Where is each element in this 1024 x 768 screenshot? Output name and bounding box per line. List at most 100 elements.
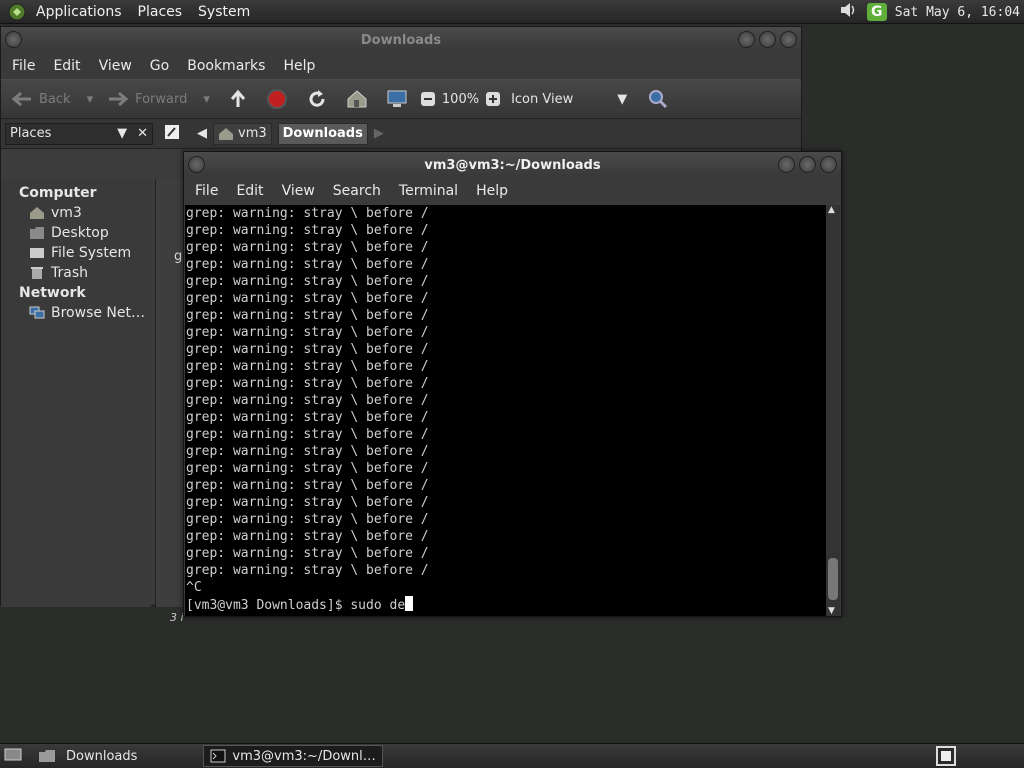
menu-view[interactable]: View bbox=[273, 183, 324, 199]
back-arrow-icon bbox=[11, 91, 31, 107]
menu-go[interactable]: Go bbox=[141, 58, 178, 74]
sidebar-item-vm3[interactable]: vm3 bbox=[1, 203, 151, 223]
home-button[interactable] bbox=[346, 89, 368, 109]
text-cursor bbox=[405, 596, 414, 611]
update-notifier-icon[interactable]: G bbox=[866, 3, 887, 21]
terminal-line: grep: warning: stray \ before / bbox=[186, 206, 429, 221]
menu-view[interactable]: View bbox=[90, 58, 141, 74]
minimize-button[interactable] bbox=[738, 31, 755, 48]
search-button[interactable] bbox=[647, 88, 669, 110]
terminal-icon bbox=[210, 749, 226, 763]
sidebar-heading-computer: Computer bbox=[19, 185, 97, 201]
terminal-scrollbar[interactable]: ▲ ▼ bbox=[826, 205, 840, 616]
folder-icon bbox=[39, 750, 55, 762]
workspace-switcher-icon[interactable] bbox=[936, 746, 956, 768]
terminal-line: grep: warning: stray \ before / bbox=[186, 512, 429, 527]
terminal-line: ^C bbox=[186, 580, 202, 595]
volume-icon[interactable] bbox=[839, 1, 859, 23]
file-manager-titlebar[interactable]: Downloads bbox=[1, 27, 801, 53]
location-bar: Places ▼ ✕ ◀ vm3 Downloads ▶ bbox=[1, 119, 801, 149]
sidebar-item-file-system[interactable]: File System bbox=[1, 243, 151, 263]
back-button[interactable]: Back ▾ bbox=[11, 90, 93, 108]
scrollbar-thumb[interactable] bbox=[828, 558, 838, 600]
window-title: Downloads bbox=[360, 32, 442, 48]
sidebar-item-trash[interactable]: Trash bbox=[1, 263, 151, 283]
zoom-level[interactable]: 100% bbox=[442, 92, 479, 107]
window-menu-button[interactable] bbox=[5, 31, 22, 48]
status-text-partial: 3 i bbox=[170, 611, 184, 624]
network-icon bbox=[29, 306, 45, 319]
terminal-line: grep: warning: stray \ before / bbox=[186, 444, 429, 459]
sidebar-item-desktop[interactable]: Desktop bbox=[1, 223, 151, 243]
menu-edit[interactable]: Edit bbox=[44, 58, 89, 74]
close-button[interactable] bbox=[820, 156, 837, 173]
places-selector[interactable]: Places ▼ ✕ bbox=[5, 122, 153, 145]
terminal-window: vm3@vm3:~/Downloads File Edit View Searc… bbox=[183, 151, 842, 617]
sidebar-item-browse-network[interactable]: Browse Net… bbox=[1, 303, 151, 323]
forward-arrow-icon bbox=[109, 91, 129, 107]
menu-file[interactable]: File bbox=[186, 183, 227, 199]
up-button[interactable] bbox=[228, 89, 248, 109]
breadcrumb-downloads[interactable]: Downloads bbox=[277, 122, 368, 145]
menu-bookmarks[interactable]: Bookmarks bbox=[178, 58, 274, 74]
breadcrumb-vm3[interactable]: vm3 bbox=[213, 122, 272, 145]
maximize-button[interactable] bbox=[799, 156, 816, 173]
terminal-line: grep: warning: stray \ before / bbox=[186, 478, 429, 493]
forward-button[interactable]: Forward ▾ bbox=[107, 90, 210, 108]
view-mode-select[interactable]: Icon View ▼ bbox=[511, 92, 627, 107]
terminal-line: grep: warning: stray \ before / bbox=[186, 410, 429, 425]
breadcrumb-back-arrow[interactable]: ◀ bbox=[197, 126, 207, 141]
zoom-out-button[interactable] bbox=[420, 91, 436, 107]
menu-help[interactable]: Help bbox=[467, 183, 517, 199]
computer-button[interactable] bbox=[386, 89, 408, 109]
top-panel-tray: G Sat May 6, 16:04 bbox=[839, 0, 1020, 24]
maximize-button[interactable] bbox=[759, 31, 776, 48]
minimize-button[interactable] bbox=[778, 156, 795, 173]
menu-help[interactable]: Help bbox=[274, 58, 324, 74]
applications-menu[interactable]: Applications bbox=[28, 4, 130, 20]
search-icon bbox=[649, 90, 668, 109]
bottom-panel: Downloads vm3@vm3:~/Downl… bbox=[0, 743, 1024, 768]
edit-location-icon[interactable] bbox=[163, 123, 181, 145]
menu-search[interactable]: Search bbox=[324, 183, 390, 199]
scroll-up-icon[interactable]: ▲ bbox=[828, 205, 835, 215]
zoom-in-button[interactable] bbox=[485, 91, 501, 107]
window-menu-button[interactable] bbox=[188, 156, 205, 173]
breadcrumb: ◀ vm3 Downloads ▶ bbox=[163, 122, 384, 145]
places-menu[interactable]: Places bbox=[130, 4, 191, 20]
sidebar-heading-network: Network bbox=[19, 285, 86, 301]
terminal-line: grep: warning: stray \ before / bbox=[186, 257, 429, 272]
breadcrumb-forward-arrow[interactable]: ▶ bbox=[374, 126, 384, 141]
close-button[interactable] bbox=[780, 31, 797, 48]
terminal-menubar: File Edit View Search Terminal Help bbox=[184, 178, 841, 204]
distro-logo-icon[interactable] bbox=[6, 1, 28, 23]
menu-terminal[interactable]: Terminal bbox=[390, 183, 467, 199]
terminal-output[interactable]: grep: warning: stray \ before / grep: wa… bbox=[185, 205, 827, 616]
taskbar-item-terminal[interactable]: vm3@vm3:~/Downl… bbox=[203, 745, 383, 767]
home-icon bbox=[347, 90, 367, 108]
folder-icon bbox=[30, 227, 44, 239]
home-folder-icon bbox=[219, 127, 233, 140]
menu-file[interactable]: File bbox=[3, 58, 44, 74]
show-desktop-icon[interactable] bbox=[4, 746, 22, 766]
reload-button[interactable] bbox=[306, 88, 328, 110]
terminal-prompt-line[interactable]: [vm3@vm3 Downloads]$ sudo de bbox=[186, 596, 827, 613]
scroll-down-icon[interactable]: ▼ bbox=[828, 606, 835, 616]
menu-edit[interactable]: Edit bbox=[227, 183, 272, 199]
trash-icon bbox=[31, 267, 43, 279]
close-sidebar-icon[interactable]: ✕ bbox=[137, 126, 148, 141]
chevron-down-icon[interactable]: ▼ bbox=[117, 126, 127, 141]
stop-button[interactable] bbox=[266, 88, 288, 110]
taskbar-item-downloads[interactable]: Downloads bbox=[32, 745, 143, 767]
home-folder-icon bbox=[30, 207, 44, 219]
top-panel: Applications Places System G Sat May 6, … bbox=[0, 0, 1024, 24]
clock[interactable]: Sat May 6, 16:04 bbox=[895, 5, 1020, 20]
terminal-line: grep: warning: stray \ before / bbox=[186, 274, 429, 289]
stop-icon bbox=[266, 89, 287, 109]
reload-icon bbox=[309, 90, 325, 107]
chevron-down-icon: ▼ bbox=[617, 91, 628, 107]
terminal-titlebar[interactable]: vm3@vm3:~/Downloads bbox=[184, 152, 841, 178]
system-menu[interactable]: System bbox=[190, 4, 258, 20]
terminal-line: grep: warning: stray \ before / bbox=[186, 495, 429, 510]
terminal-line: grep: warning: stray \ before / bbox=[186, 529, 429, 544]
